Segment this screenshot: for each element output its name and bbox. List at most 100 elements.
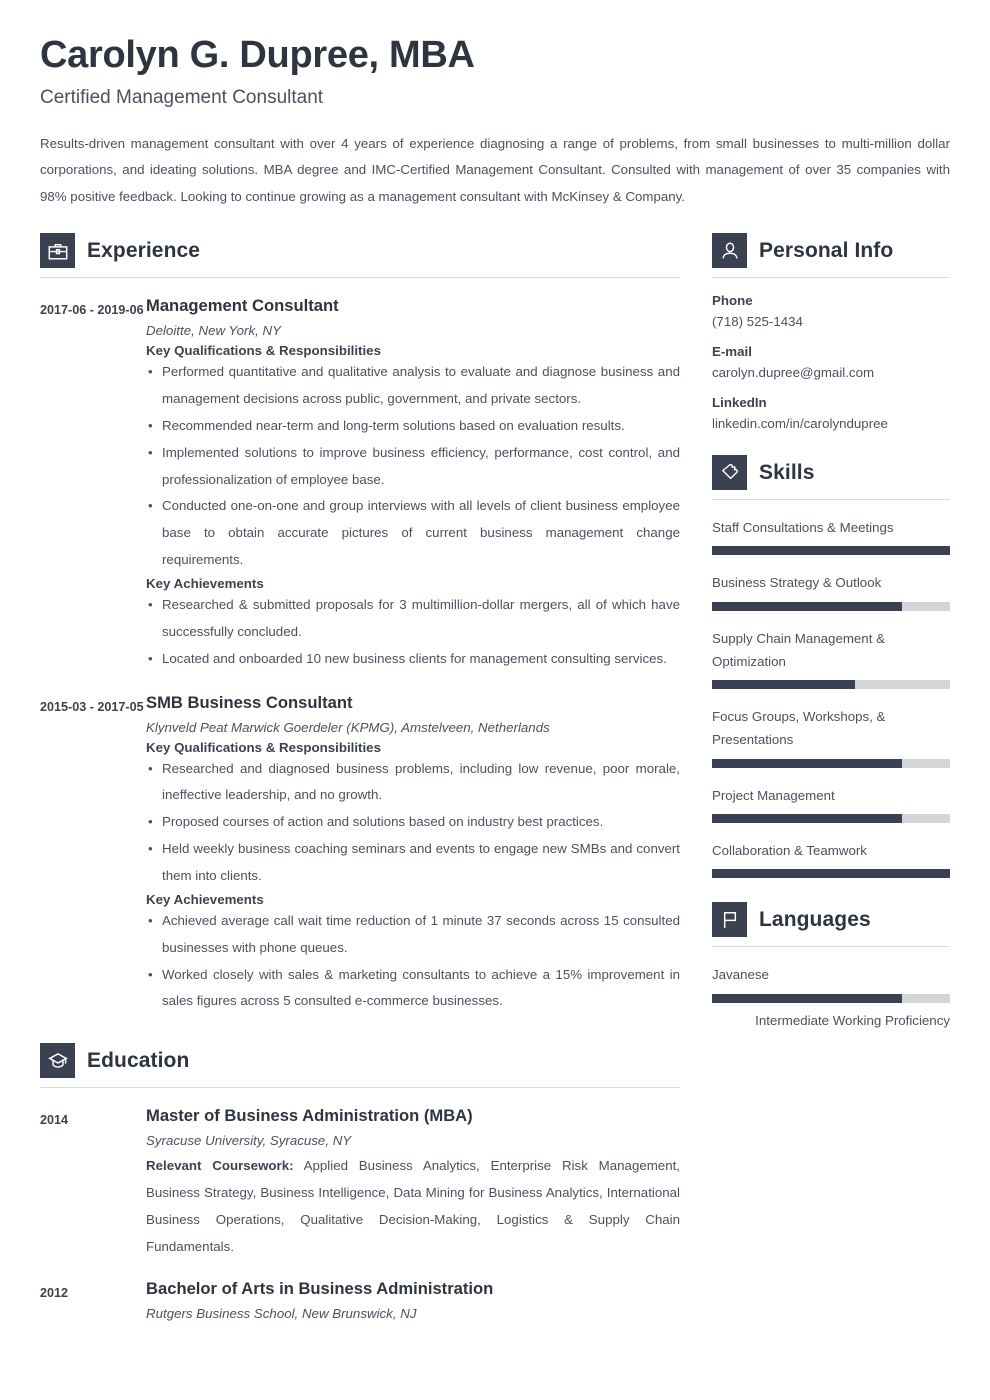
info-group-linkedin: LinkedIn linkedin.com/in/carolyndupree [712,395,950,431]
candidate-job-title: Certified Management Consultant [40,86,324,108]
language-item: Javanese Intermediate Working Proficienc… [712,963,950,1028]
languages-section: Languages Javanese Intermediate Working … [712,902,950,1028]
skill-bar-fill [712,680,855,690]
experience-section-title: Experience [87,238,201,262]
list-item: Implemented solutions to improve busines… [146,440,680,494]
main-column: Experience 2017-06 - 2019-06 Management … [40,233,680,1326]
skill-item: Staff Consultations & Meetings [712,516,950,556]
language-proficiency: Intermediate Working Proficiency [755,1012,950,1028]
skill-bar-fill [712,546,950,556]
personal-info-divider [712,277,950,279]
entry-school: Syracuse University, Syracuse, NY [146,1133,352,1149]
education-divider [40,1087,680,1089]
personal-info-section-header: Personal Info [712,233,950,269]
entry-body: Bachelor of Arts in Business Administrat… [146,1279,680,1326]
info-value: carolyn.dupree@gmail.com [712,365,875,381]
experience-entry: 2015-03 - 2017-05 SMB Business Consultan… [40,693,680,1018]
skill-item: Project Management [712,784,950,823]
puzzle-piece-icon [712,455,747,491]
skill-item: Collaboration & Teamwork [712,839,950,879]
skill-name: Focus Groups, Workshops, & Presentations [712,709,886,748]
list-item: Researched & submitted proposals for 3 m… [146,592,680,646]
info-group-phone: Phone (718) 525-1434 [712,293,950,329]
resume-page: Carolyn G. Dupree, MBA Certified Managem… [0,0,990,1400]
entry-title: SMB Business Consultant [146,692,353,712]
skills-section: Skills Staff Consultations & Meetings Bu… [712,455,950,879]
skills-divider [712,499,950,501]
entry-date: 2017-06 - 2019-06 [40,303,144,318]
skill-name: Collaboration & Teamwork [712,842,867,858]
skill-name: Project Management [712,787,835,803]
info-label: Phone [712,293,753,309]
skill-item: Business Strategy & Outlook [712,571,950,611]
achievements-label: Key Achievements [146,576,264,591]
experience-section: Experience 2017-06 - 2019-06 Management … [40,233,680,1017]
skill-bar-fill [712,869,950,879]
experience-divider [40,277,680,279]
entry-company: Klynveld Peat Marwick Goerdeler (KPMG), … [146,719,550,735]
list-item: Held weekly business coaching seminars a… [146,836,680,890]
info-group-email: E-mail carolyn.dupree@gmail.com [712,344,950,380]
professional-summary: Results-driven management consultant wit… [40,135,950,205]
candidate-name: Carolyn G. Dupree, MBA [40,34,475,76]
list-item: Performed quantitative and qualitative a… [146,359,680,413]
education-section-header: Education [40,1043,680,1079]
qualifications-list: Performed quantitative and qualitative a… [146,359,680,574]
entry-date: 2015-03 - 2017-05 [40,699,144,714]
skill-bar-fill [712,813,903,823]
briefcase-icon [40,233,75,269]
person-icon [712,233,747,269]
list-item: Worked closely with sales & marketing co… [146,962,680,1016]
skills-section-title: Skills [759,460,815,484]
experience-entry: 2017-06 - 2019-06 Management Consultant … [40,296,680,674]
skill-item: Focus Groups, Workshops, & Presentations [712,705,950,768]
entry-body: Management Consultant Deloitte, New York… [146,296,680,674]
skill-bar-fill [712,758,903,768]
skill-bar-track [712,601,950,611]
language-bar-fill [712,993,903,1003]
list-item: Achieved average call wait time reductio… [146,908,680,962]
language-name: Javanese [712,967,769,983]
skill-bar-track [712,680,950,690]
info-label: E-mail [712,344,752,360]
entry-title: Management Consultant [146,296,339,316]
info-value: (718) 525-1434 [712,314,803,330]
entry-date: 2012 [40,1285,69,1300]
entry-school: Rutgers Business School, New Brunswick, … [146,1305,417,1321]
skill-bar-track [712,758,950,768]
entry-body: Master of Business Administration (MBA) … [146,1106,680,1260]
resume-body: Experience 2017-06 - 2019-06 Management … [0,233,990,1326]
list-item: Researched and diagnosed business proble… [146,756,680,810]
info-label: LinkedIn [712,395,767,411]
flag-icon [712,902,747,938]
qualifications-list: Researched and diagnosed business proble… [146,756,680,890]
entry-body: SMB Business Consultant Klynveld Peat Ma… [146,693,680,1018]
languages-divider [712,946,950,948]
achievements-label: Key Achievements [146,891,264,907]
sidebar-column: Personal Info Phone (718) 525-1434 E-mai… [712,233,950,1031]
skill-name: Staff Consultations & Meetings [712,520,894,536]
entry-date: 2014 [40,1113,69,1128]
list-item: Proposed courses of action and solutions… [146,809,680,836]
list-item: Recommended near-term and long-term solu… [146,413,680,440]
entry-title: Bachelor of Arts in Business Administrat… [146,1278,494,1298]
education-entry: 2012 Bachelor of Arts in Business Admini… [40,1279,680,1326]
education-section-title: Education [87,1048,190,1072]
resume-header: Carolyn G. Dupree, MBA Certified Managem… [0,0,990,211]
achievements-list: Researched & submitted proposals for 3 m… [146,592,680,673]
list-item: Conducted one-on-one and group interview… [146,493,680,574]
achievements-list: Achieved average call wait time reductio… [146,908,680,1015]
skill-name: Business Strategy & Outlook [712,575,882,591]
info-value[interactable]: linkedin.com/in/carolyndupree [712,416,950,431]
languages-section-header: Languages [712,902,950,938]
skill-bar-track [712,869,950,879]
skill-item: Supply Chain Management & Optimization [712,627,950,690]
skills-section-header: Skills [712,455,950,491]
coursework-label: Relevant Coursework: [146,1158,294,1174]
language-bar-track [712,993,950,1003]
list-item: Located and onboarded 10 new business cl… [146,646,680,673]
qualifications-label: Key Qualifications & Responsibilities [146,343,381,359]
education-section: Education 2014 Master of Business Admini… [40,1043,680,1325]
qualifications-label: Key Qualifications & Responsibilities [146,739,381,755]
entry-title: Master of Business Administration (MBA) [146,1106,473,1126]
